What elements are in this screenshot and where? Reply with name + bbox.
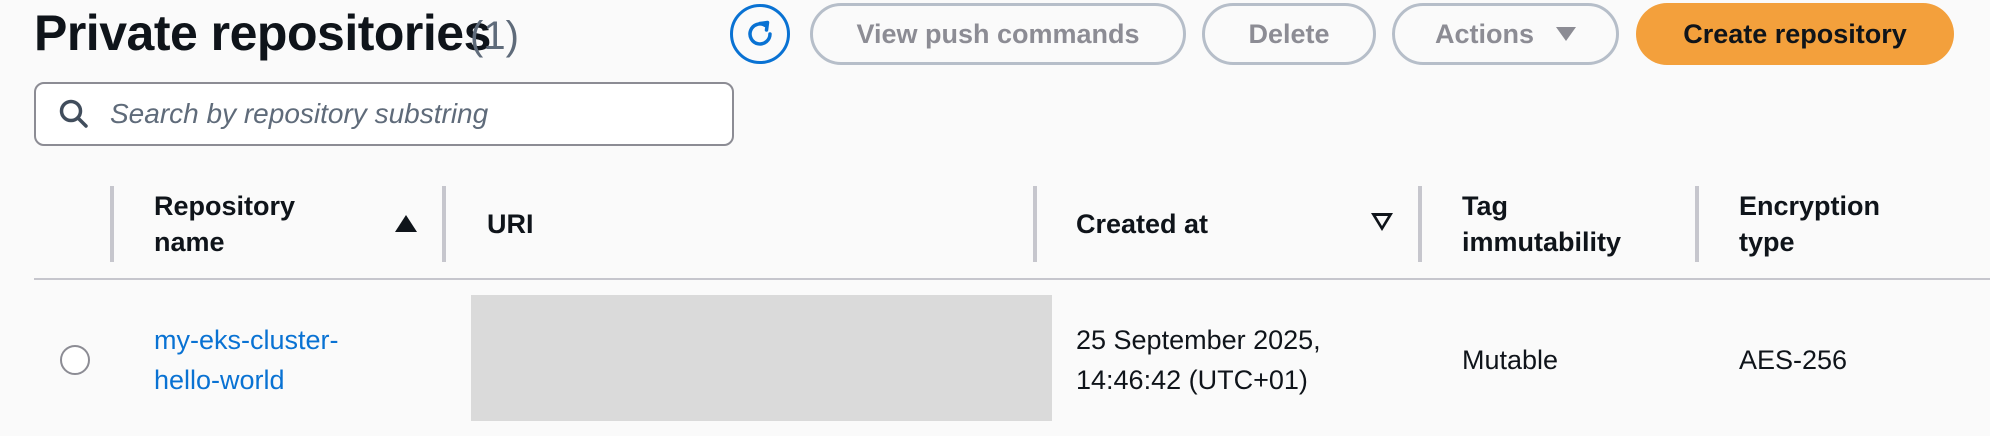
create-repository-label: Create repository (1683, 18, 1907, 49)
column-header-label: immutability (1462, 227, 1622, 257)
search-input[interactable]: Search by repository substring (34, 82, 734, 146)
column-header-tag-immutability: Tag immutability (1462, 184, 1621, 264)
column-divider[interactable] (1418, 186, 1422, 262)
column-header-created-at[interactable]: Created at (1076, 184, 1208, 264)
encryption-type-value: AES-256 (1739, 345, 1848, 375)
view-push-commands-label: View push commands (856, 18, 1140, 49)
actions-label: Actions (1434, 18, 1534, 49)
delete-button[interactable]: Delete (1202, 3, 1376, 65)
sort-ascending-icon[interactable] (395, 215, 417, 232)
sort-descending-icon[interactable] (1371, 213, 1393, 231)
column-header-label: Created at (1076, 209, 1209, 239)
repository-name-line: my-eks-cluster- (154, 325, 339, 355)
column-header-label: Tag (1462, 191, 1508, 221)
column-header-repository-name[interactable]: Repository name (154, 184, 295, 264)
search-placeholder: Search by repository substring (110, 98, 489, 129)
created-at-value: 25 September 2025, 14:46:42 (UTC+01) (1076, 320, 1321, 400)
tag-immutability-value: Mutable (1462, 345, 1559, 375)
caret-down-icon (1556, 27, 1576, 41)
row-select-radio[interactable] (60, 345, 90, 375)
search-icon (59, 99, 88, 128)
column-divider[interactable] (110, 186, 114, 262)
delete-label: Delete (1248, 18, 1330, 49)
refresh-button[interactable] (730, 4, 790, 64)
column-header-encryption-type: Encryption type (1739, 184, 1880, 264)
refresh-icon (748, 20, 772, 46)
column-divider[interactable] (442, 186, 446, 262)
column-header-label: Repository (154, 191, 296, 221)
column-divider[interactable] (1695, 186, 1699, 262)
header-divider (34, 278, 1990, 280)
column-header-label: URI (487, 209, 534, 239)
repository-count: (1) (470, 14, 519, 58)
column-header-uri: URI (487, 184, 534, 264)
column-header-label: type (1739, 227, 1795, 257)
actions-dropdown[interactable]: Actions (1392, 3, 1619, 65)
repository-name-line: hello-world (154, 365, 285, 395)
column-header-label: Encryption (1739, 191, 1881, 221)
uri-redacted (471, 295, 1052, 421)
created-at-line: 25 September 2025, (1076, 325, 1321, 355)
page-title: Private repositories (34, 5, 491, 61)
column-header-label: name (154, 227, 225, 257)
repository-name-link[interactable]: my-eks-cluster- hello-world (154, 320, 339, 400)
view-push-commands-button[interactable]: View push commands (810, 3, 1186, 65)
created-at-line: 14:46:42 (UTC+01) (1076, 365, 1308, 395)
create-repository-button[interactable]: Create repository (1636, 3, 1954, 65)
column-divider[interactable] (1033, 186, 1037, 262)
